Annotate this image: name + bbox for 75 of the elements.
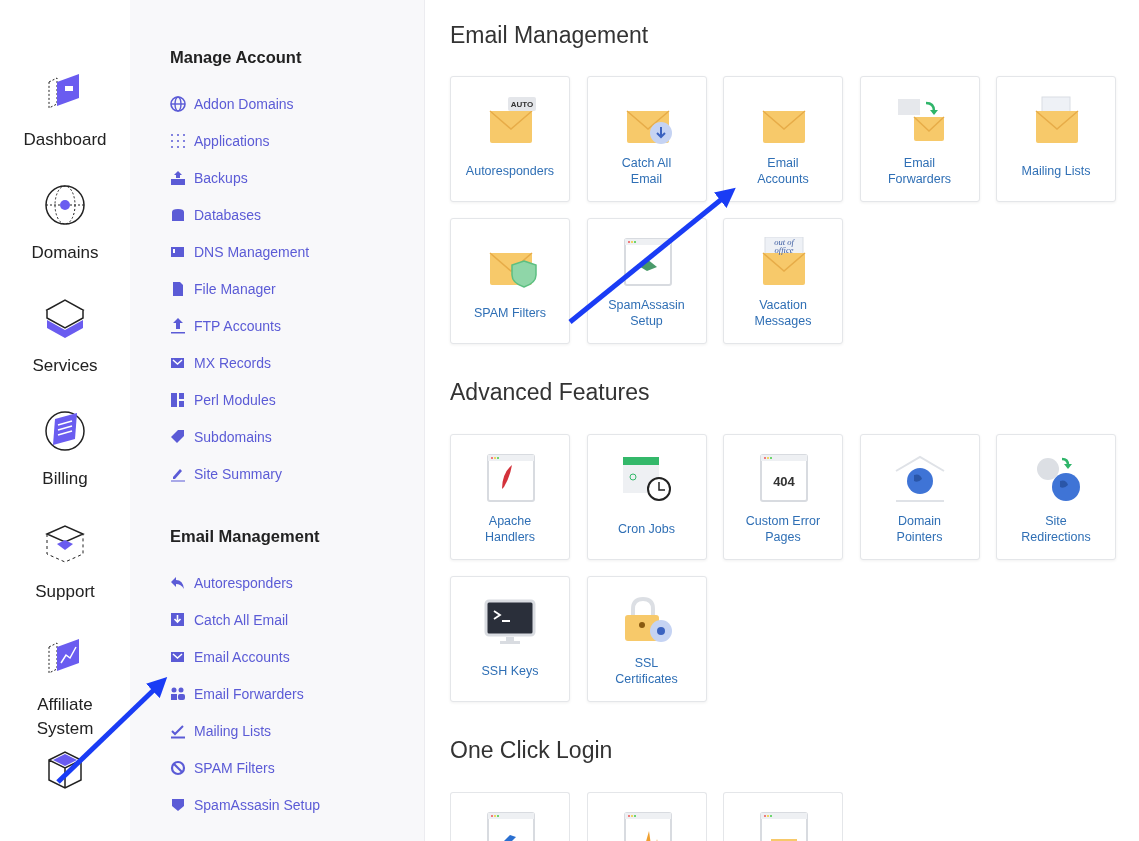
feature-tile[interactable]: SPAM Filters bbox=[450, 218, 570, 344]
menu-link[interactable]: Email Forwarders bbox=[170, 675, 424, 712]
menu-link[interactable]: Site Summary bbox=[170, 455, 424, 492]
menu-link[interactable]: Autoresponders bbox=[170, 564, 424, 601]
menu-link[interactable]: Email Accounts bbox=[170, 638, 424, 675]
shield-icon bbox=[170, 796, 186, 813]
tag-icon bbox=[170, 428, 186, 445]
browser-window-icon bbox=[623, 812, 672, 841]
feature-tile[interactable]: 404 Custom Error Pages bbox=[723, 434, 843, 560]
globe-icon bbox=[894, 455, 945, 502]
globe-icon bbox=[170, 95, 186, 112]
menu-link[interactable]: Mailing Lists bbox=[170, 712, 424, 749]
menu-heading: Manage Account bbox=[170, 47, 303, 68]
upload-icon bbox=[170, 317, 186, 334]
feature-tile[interactable]: Cron Jobs bbox=[586, 434, 707, 560]
feature-tile[interactable]: AUTO Autoresponders bbox=[450, 76, 570, 202]
menu-link[interactable]: Backups bbox=[170, 159, 424, 196]
people-icon bbox=[170, 685, 186, 702]
rail-label[interactable]: Affiliate System bbox=[20, 693, 110, 741]
browser-window-icon bbox=[760, 812, 808, 841]
file-icon bbox=[170, 280, 186, 297]
menu-link[interactable]: File Manager bbox=[170, 270, 424, 307]
rail-label[interactable]: Support bbox=[20, 580, 110, 604]
menu-link[interactable]: Applications bbox=[170, 122, 424, 159]
download-icon bbox=[170, 611, 186, 628]
terminal-icon bbox=[484, 599, 536, 644]
menu-link[interactable]: Catch All Email bbox=[170, 601, 424, 638]
menu-link[interactable]: Perl Modules bbox=[170, 381, 424, 418]
envelope-shield-icon bbox=[489, 252, 537, 288]
rail-label[interactable]: Domains bbox=[20, 241, 110, 265]
blocks-icon bbox=[170, 391, 186, 408]
menu-heading: Email Management bbox=[170, 526, 321, 547]
menu-link[interactable]: SPAM Filters bbox=[170, 749, 424, 786]
padlock-icon bbox=[624, 597, 672, 642]
section-heading: One Click Login bbox=[450, 737, 614, 763]
dots-icon bbox=[170, 132, 186, 149]
feature-tile[interactable]: Email Forwarders bbox=[859, 76, 980, 202]
envelope-icon bbox=[1035, 96, 1079, 143]
database-icon bbox=[170, 206, 186, 223]
feature-tile[interactable]: Mailing Lists bbox=[996, 76, 1116, 202]
rail-label[interactable]: Services bbox=[20, 354, 110, 378]
envelopes-icon bbox=[897, 99, 945, 141]
rail-label[interactable]: Billing bbox=[20, 467, 110, 491]
envelope-icon bbox=[625, 110, 672, 144]
calendar-clock-icon bbox=[622, 457, 671, 501]
rail-label[interactable]: Dashboard bbox=[20, 128, 110, 152]
section-heading: Advanced Features bbox=[450, 379, 651, 405]
backup-icon bbox=[170, 169, 186, 186]
feature-tile[interactable]: SSL Certificates bbox=[586, 576, 707, 702]
section-heading: Email Management bbox=[450, 22, 650, 48]
feature-tile[interactable]: Email Accounts bbox=[723, 76, 843, 202]
feature-tile[interactable]: Catch All Email bbox=[586, 76, 707, 202]
feature-tile[interactable]: SpamAssasin Setup bbox=[586, 218, 707, 344]
feature-tile[interactable]: SSH Keys bbox=[450, 576, 570, 702]
feature-tile[interactable]: out of office Vacation Messages bbox=[723, 218, 843, 344]
menu-link[interactable]: Subdomains bbox=[170, 418, 424, 455]
check-icon bbox=[170, 722, 186, 739]
menu-link[interactable]: SpamAssasin Setup bbox=[170, 786, 424, 823]
browser-window-icon bbox=[487, 812, 535, 841]
menu-link[interactable]: Databases bbox=[170, 196, 424, 233]
feature-tile[interactable]: Apache Handlers bbox=[450, 434, 570, 560]
globes-icon bbox=[1037, 457, 1080, 501]
menu-link[interactable]: FTP Accounts bbox=[170, 307, 424, 344]
feature-tile[interactable]: Domain Pointers bbox=[859, 434, 980, 560]
feature-tile[interactable]: Site Redirections bbox=[996, 434, 1116, 560]
ban-icon bbox=[170, 759, 186, 776]
document-icon[interactable] bbox=[43, 409, 87, 453]
menu-link[interactable]: Addon Domains bbox=[170, 85, 424, 122]
menu-link[interactable]: MX Records bbox=[170, 344, 424, 381]
menu-link[interactable]: DNS Management bbox=[170, 233, 424, 270]
browser-window-icon bbox=[487, 454, 535, 502]
envelope-icon bbox=[762, 110, 806, 143]
server-icon[interactable] bbox=[43, 296, 87, 340]
globe-icon[interactable] bbox=[43, 183, 87, 227]
browser-window-icon: 404 bbox=[760, 454, 808, 502]
